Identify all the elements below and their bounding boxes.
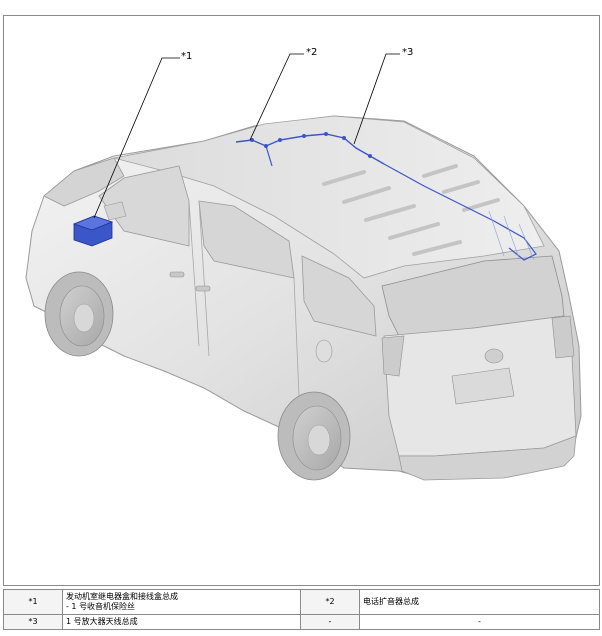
callout-1: *1 xyxy=(181,51,193,62)
legend-table: *1 发动机室继电器盒和接线盒总成 - 1 号收音机保险丝 *2 电话扩音器总成… xyxy=(3,589,600,630)
legend-row: *1 发动机室继电器盒和接线盒总成 - 1 号收音机保险丝 *2 电话扩音器总成 xyxy=(3,589,600,615)
legend-desc: 1 号放大器天线总成 xyxy=(62,614,301,630)
legend-row: *3 1 号放大器天线总成 - - xyxy=(3,614,600,630)
legend-desc: - xyxy=(359,614,600,630)
legend-code: *3 xyxy=(3,614,63,630)
rear-emblem xyxy=(484,348,504,364)
legend-desc: 发动机室继电器盒和接线盒总成 - 1 号收音机保险丝 xyxy=(62,589,301,615)
fuel-lid xyxy=(315,339,333,363)
tail-light-right xyxy=(551,315,575,359)
vehicle-drawing xyxy=(25,53,582,481)
legend-code: - xyxy=(300,614,360,630)
page: *1 *2 *3 *1 发动机室继电器盒和接线盒总成 - 1 号收音机保险丝 *… xyxy=(0,0,602,636)
callout-2: *2 xyxy=(306,47,318,58)
legend-desc: 电话扩音器总成 xyxy=(359,589,600,615)
legend-code: *1 xyxy=(3,589,63,615)
rear-wheel xyxy=(277,391,351,481)
legend-code: *2 xyxy=(300,589,360,615)
legend-desc-line: - 1 号收音机保险丝 xyxy=(66,602,136,611)
legend-desc-line: 发动机室继电器盒和接线盒总成 xyxy=(66,592,178,601)
vehicle-illustration: *1 *2 *3 xyxy=(3,15,600,586)
front-wheel xyxy=(44,271,114,357)
callout-3: *3 xyxy=(402,47,414,58)
